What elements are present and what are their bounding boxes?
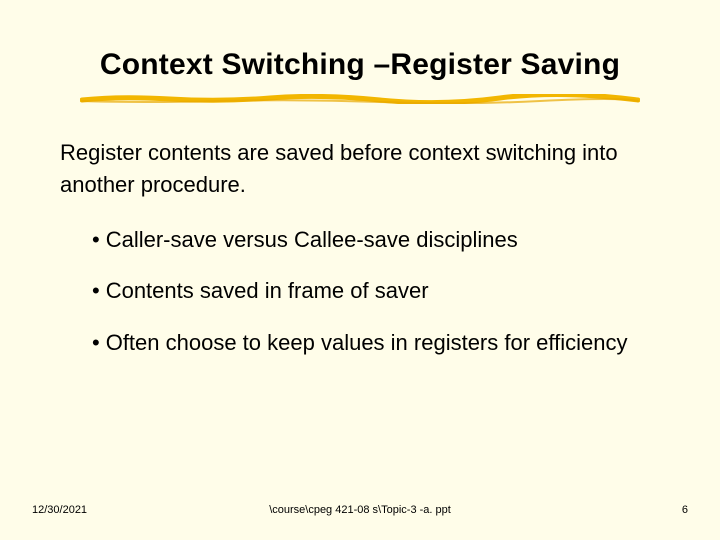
bullet-icon: • [92, 328, 100, 358]
bullet-text: Contents saved in frame of saver [106, 276, 660, 306]
slide: Context Switching –Register Saving Regis… [0, 0, 720, 540]
bullet-text-line: Often choose to keep values in registers… [106, 330, 628, 355]
list-item: • Caller-save versus Callee-save discipl… [92, 225, 660, 255]
bullet-icon: • [92, 225, 100, 255]
footer-path: \course\cpeg 421-08 s\Topic-3 -a. ppt [269, 504, 451, 516]
slide-title: Context Switching –Register Saving [0, 48, 720, 82]
bullet-text: Caller-save versus Callee-save disciplin… [106, 225, 660, 255]
title-underline [80, 94, 640, 101]
bullet-text: Often choose to keep values in registers… [106, 328, 660, 358]
underline-stroke-icon [80, 94, 640, 104]
bullet-icon: • [92, 276, 100, 306]
bullet-list: • Caller-save versus Callee-save discipl… [60, 225, 660, 358]
footer-date: 12/30/2021 [32, 504, 87, 516]
slide-body: Register contents are saved before conte… [0, 101, 720, 358]
lead-paragraph: Register contents are saved before conte… [60, 137, 660, 201]
footer-page-number: 6 [682, 504, 688, 516]
list-item: • Often choose to keep values in registe… [92, 328, 660, 358]
list-item: • Contents saved in frame of saver [92, 276, 660, 306]
